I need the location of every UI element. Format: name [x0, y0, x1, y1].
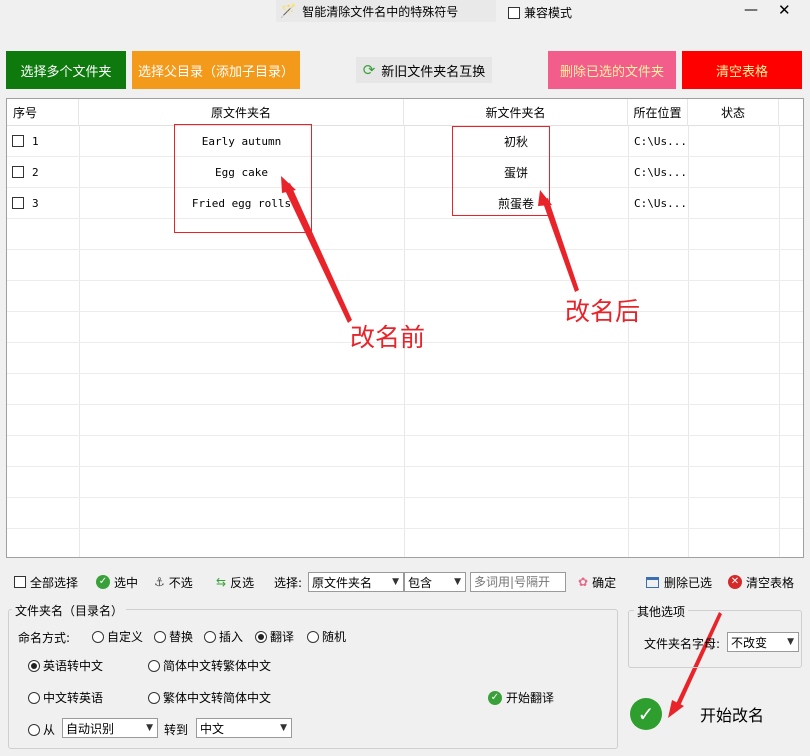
close-circle-icon: ✕ — [728, 575, 742, 589]
check-icon: ✓ — [488, 690, 502, 705]
arrow-before-head — [281, 176, 296, 193]
anchor-icon: ⚓ — [154, 575, 165, 589]
case-label: 文件夹名字母: — [644, 637, 721, 651]
to-label: 转到 — [164, 723, 189, 737]
invert-button[interactable]: ⇆ 反选 — [216, 568, 254, 596]
from-language-select[interactable]: 自动识别 ▼ — [62, 718, 158, 738]
folder-group-title: 文件夹名（目录名） — [12, 602, 127, 619]
annotation-after: 改名后 — [565, 297, 641, 326]
mode-insert-radio[interactable]: 插入 — [204, 628, 243, 645]
annotation-before: 改名前 — [350, 323, 426, 352]
opt-trad-to-simp-radio[interactable]: 繁体中文转简体中文 — [148, 689, 271, 706]
mode-replace-radio[interactable]: 替换 — [154, 628, 193, 645]
from-radio[interactable]: 从 — [28, 721, 55, 738]
mode-translate-radio[interactable]: 翻译 — [255, 628, 294, 645]
mode-custom-radio[interactable]: 自定义 — [92, 628, 143, 645]
green-check-icon: ✓ — [630, 698, 662, 730]
opt-simp-to-trad-radio[interactable]: 简体中文转繁体中文 — [148, 657, 271, 674]
start-rename-button[interactable]: ✓ 开始改名 — [630, 697, 800, 731]
mode-random-radio[interactable]: 随机 — [307, 628, 346, 645]
arrow-before-shaft — [283, 183, 352, 323]
arrow-after-head — [538, 190, 552, 206]
chevron-down-icon: ▼ — [146, 723, 153, 733]
chevron-down-icon: ▼ — [392, 577, 399, 587]
arrow-after-shaft — [542, 198, 579, 292]
match-select[interactable]: 包含 ▼ — [404, 572, 466, 592]
chevron-down-icon: ▼ — [280, 723, 287, 733]
clear-table-small-button[interactable]: ✕ 清空表格 — [728, 568, 794, 596]
other-group-title: 其他选项 — [634, 603, 689, 620]
chevron-down-icon: ▼ — [454, 577, 461, 587]
check-button[interactable]: ✓ 选中 — [96, 568, 138, 596]
field-select[interactable]: 原文件夹名 ▼ — [308, 572, 404, 592]
delete-selected-button[interactable]: 删除已选 — [646, 568, 712, 596]
keyword-input[interactable] — [470, 572, 566, 592]
to-language-select[interactable]: 中文 ▼ — [196, 718, 292, 738]
window-icon — [646, 576, 659, 588]
lotus-icon: ✿ — [578, 575, 589, 589]
select-label: 选择: — [274, 575, 303, 590]
check-icon: ✓ — [96, 575, 110, 589]
opt-en-to-cn-radio[interactable]: 英语转中文 — [28, 657, 103, 674]
naming-label: 命名方式: — [18, 631, 71, 645]
invert-icon: ⇆ — [216, 575, 227, 589]
confirm-button[interactable]: ✿ 确定 — [578, 568, 616, 596]
case-select[interactable]: 不改变 ▼ — [727, 632, 799, 652]
select-all-checkbox[interactable]: 全部选择 — [14, 568, 78, 596]
uncheck-button[interactable]: ⚓ 不选 — [154, 568, 193, 596]
chevron-down-icon: ▼ — [787, 637, 794, 647]
opt-cn-to-en-radio[interactable]: 中文转英语 — [28, 689, 103, 706]
start-translate-button[interactable]: ✓ 开始翻译 — [488, 689, 554, 706]
